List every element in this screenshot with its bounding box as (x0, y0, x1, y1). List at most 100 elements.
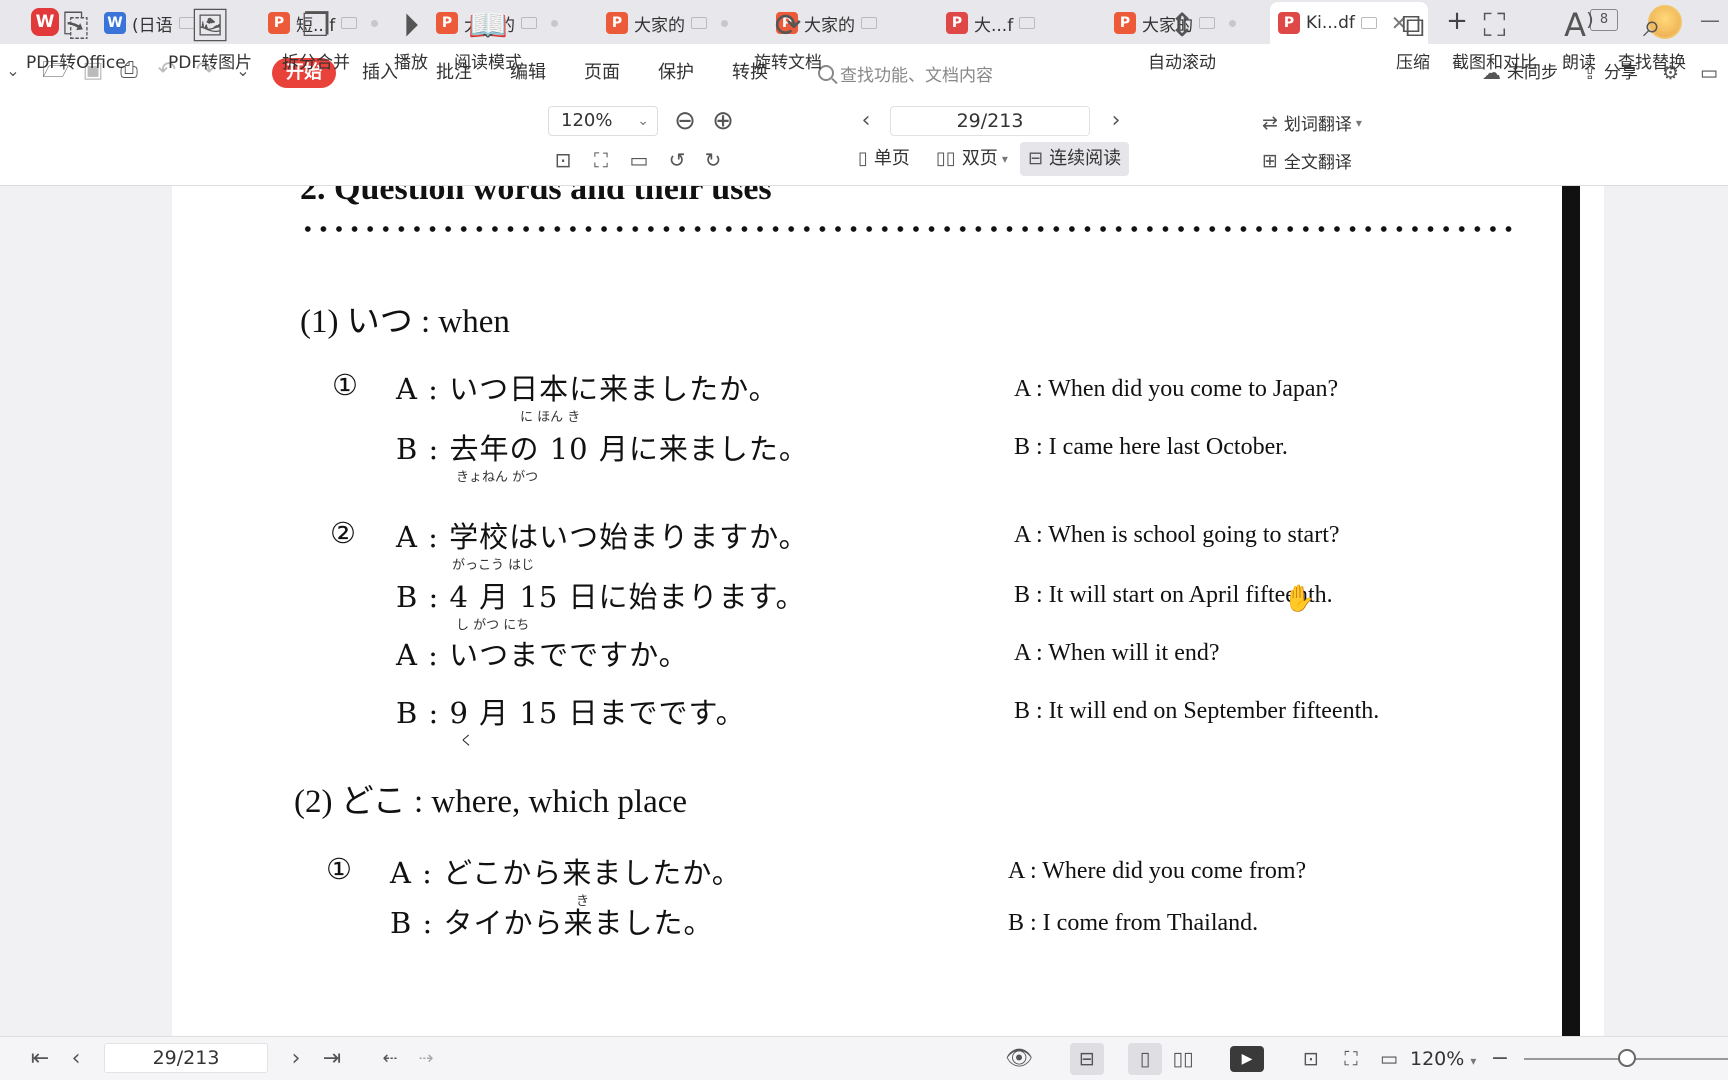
auto-scroll-label: 自动滚动 (1148, 53, 1216, 73)
next-page-icon[interactable]: › (1104, 106, 1128, 136)
menu-page[interactable]: 页面 (584, 58, 620, 88)
pdf-to-image-button[interactable]: 🖼 PDF转图片 (168, 4, 252, 73)
fit-width-icon[interactable]: ▭ (1372, 1043, 1406, 1075)
fit-page-icon[interactable]: ⛶ (588, 148, 614, 172)
prev-page-icon[interactable]: ‹ (62, 1045, 90, 1073)
back-icon[interactable]: ⇠ (376, 1045, 404, 1073)
message-icon: ▭ (1700, 62, 1718, 84)
rotate-doc-button[interactable]: ⟳ 旋转文档 (754, 4, 822, 73)
zoom-level-label: 120% (1410, 1048, 1465, 1070)
fit-width-icon[interactable]: ▭ (626, 148, 652, 172)
japanese-line: A : いつまでですか。 (396, 638, 689, 672)
messages-button[interactable]: ▭ (1700, 58, 1724, 88)
continuous-view-icon[interactable]: ⊟ (1070, 1043, 1104, 1075)
japanese-line: B : 4 月 15 日に始まります。 (396, 580, 806, 614)
single-page-label: 单页 (873, 148, 910, 169)
section-title: (1) いつ : when (300, 304, 510, 340)
tab-document[interactable]: P 大...f (938, 4, 1088, 42)
single-page-button[interactable]: ▯ 单页 (850, 142, 918, 176)
forward-icon[interactable]: ⇢ (412, 1045, 440, 1073)
auto-scroll-button[interactable]: ⇕ 自动滚动 (1148, 4, 1216, 73)
word-translate-button[interactable]: ⇄ 划词翻译 ▾ (1262, 110, 1362, 136)
play-label: 播放 (394, 53, 428, 73)
compress-button[interactable]: ⧉ 压缩 (1396, 4, 1430, 73)
screenshot-compare-label: 截图和对比 (1452, 53, 1537, 73)
pdf-file-icon: P (1278, 12, 1300, 34)
find-replace-button[interactable]: ⌕ 查找替换 (1618, 4, 1686, 73)
word-translate-label: 划词翻译 (1283, 115, 1352, 135)
tab-label: 大家的 (634, 15, 685, 36)
pdf-file-icon: P (946, 12, 968, 34)
pdf-page: 2. Question words and their uses (1) いつ … (172, 186, 1604, 1036)
tab-label: 大...f (974, 15, 1014, 36)
fit-page-icon[interactable]: ⛶ (1334, 1043, 1368, 1075)
hand-cursor-icon: ✋ (1283, 584, 1316, 614)
split-merge-icon: ❐ (301, 6, 331, 44)
english-line: A : When is school going to start? (1014, 522, 1340, 548)
english-line: B : I came here last October. (1014, 434, 1288, 460)
cloud-sync-icon (1360, 17, 1377, 29)
pdf-to-office-button[interactable]: ⎘ PDF转Office (26, 4, 126, 73)
single-page-icon: ▯ (858, 148, 868, 169)
english-line: A : When did you come to Japan? (1014, 376, 1339, 402)
zoom-slider-handle[interactable] (1618, 1049, 1636, 1067)
english-line: B : I come from Thailand. (1008, 910, 1259, 936)
menu-insert[interactable]: 插入 (362, 58, 398, 88)
cloud-sync-icon (861, 17, 877, 29)
split-merge-button[interactable]: ❐ 拆分合并 (282, 4, 350, 73)
full-translate-button[interactable]: ⊞ 全文翻译 (1262, 148, 1352, 174)
pdf-file-icon: P (1114, 12, 1136, 34)
cloud-sync-icon (521, 17, 537, 29)
scan-border (1562, 186, 1580, 1036)
compress-label: 压缩 (1396, 53, 1430, 73)
menu-protect[interactable]: 保护 (658, 58, 694, 88)
section-title: (2) どこ : where, which place (294, 784, 688, 820)
continuous-read-button[interactable]: ⊟ 连续阅读 (1020, 142, 1130, 176)
read-aloud-label: 朗读 (1562, 53, 1596, 73)
read-mode-button[interactable]: 📖 阅读模式 (454, 4, 522, 73)
chevron-down-icon: ▾ (1001, 152, 1008, 166)
zoom-select[interactable]: 120% ⌄ (548, 106, 658, 136)
page-number-input[interactable]: 29/213 (890, 106, 1090, 136)
unsaved-dot-icon (1229, 19, 1236, 27)
rotate-right-icon[interactable]: ↻ (700, 148, 726, 172)
read-aloud-button[interactable]: A⁾ 朗读 (1562, 4, 1596, 73)
page-heading: 2. Question words and their uses (300, 186, 772, 207)
slideshow-play-icon[interactable]: ▶ (1230, 1046, 1264, 1072)
eye-protection-icon[interactable]: 👁 (1002, 1045, 1036, 1073)
tab-label: Ki...df (1306, 13, 1355, 33)
rotate-left-icon[interactable]: ↺ (664, 148, 690, 172)
zoom-in-icon[interactable]: ⊕ (708, 106, 738, 136)
zoom-out-icon[interactable]: ⊖ (670, 106, 700, 136)
pdf-to-office-label: PDF转Office (26, 53, 126, 73)
screenshot-compare-button[interactable]: ⛶ 截图和对比 (1452, 4, 1537, 73)
page-number-field[interactable]: 29/213 (104, 1043, 268, 1073)
find-replace-label: 查找替换 (1618, 53, 1686, 73)
actual-size-icon[interactable]: ⊡ (1294, 1043, 1328, 1075)
zoom-out-icon[interactable]: − (1488, 1045, 1512, 1073)
search-placeholder: 查找功能、文档内容 (840, 65, 993, 86)
first-page-icon[interactable]: ⇤ (26, 1045, 54, 1073)
japanese-line: B : タイから来ました。 (390, 906, 714, 940)
chevron-down-icon[interactable]: ⌄ (0, 58, 26, 84)
feature-search-input[interactable]: 查找功能、文档内容 (818, 58, 993, 88)
cloud-sync-icon (691, 17, 707, 29)
minimize-icon[interactable]: — (1700, 8, 1720, 32)
actual-size-icon[interactable]: ⊡ (550, 148, 576, 172)
tab-document[interactable]: P 大家的 (598, 4, 748, 42)
pdf-to-office-icon: ⎘ (63, 6, 89, 44)
zoom-level[interactable]: 120% ▾ (1410, 1045, 1476, 1075)
play-button[interactable]: ⏵ 播放 (394, 4, 428, 73)
double-page-view-icon[interactable]: ▯▯ (1166, 1043, 1200, 1075)
continuous-read-icon: ⊟ (1028, 148, 1044, 169)
next-page-icon[interactable]: › (282, 1045, 310, 1073)
english-line: B : It will end on September fifteenth. (1014, 698, 1380, 724)
document-viewport[interactable]: 2. Question words and their uses (1) いつ … (0, 186, 1728, 1036)
last-page-icon[interactable]: ⇥ (318, 1045, 346, 1073)
single-page-view-icon[interactable]: ▯ (1128, 1043, 1162, 1075)
full-translate-label: 全文翻译 (1283, 153, 1352, 173)
prev-page-icon[interactable]: ‹ (854, 106, 878, 136)
double-page-button[interactable]: ▯▯ 双页 ▾ (928, 142, 1016, 176)
read-mode-label: 阅读模式 (454, 53, 522, 73)
pdf-file-icon: P (606, 12, 628, 34)
